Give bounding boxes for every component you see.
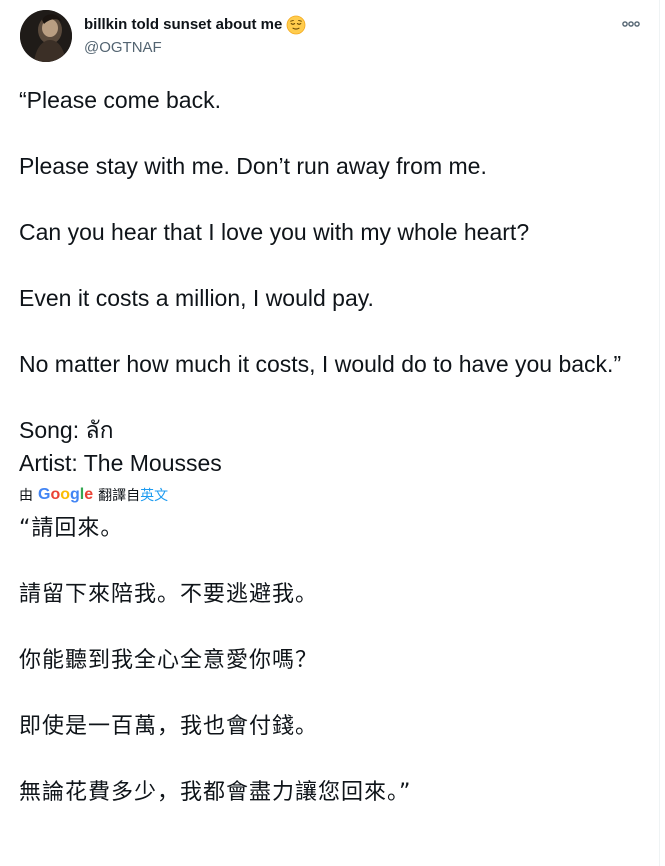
- profile-photo-icon: [20, 10, 72, 62]
- more-dots-icon: [622, 21, 640, 27]
- translation-line: 你能聽到我全心全意愛你嗎？: [19, 648, 319, 673]
- tweet-line: “Please come back.: [19, 87, 221, 113]
- source-language-link[interactable]: 英文: [140, 482, 168, 508]
- translation-line: “請回來。: [19, 516, 124, 541]
- google-logo: Google: [38, 486, 94, 503]
- translated-from-label: 翻譯自: [98, 487, 141, 503]
- avatar[interactable]: [20, 10, 72, 62]
- author-name-row[interactable]: billkin told sunset about me: [84, 15, 306, 35]
- tweet-line: Please stay with me. Don’t run away from…: [19, 153, 487, 179]
- translation-line: 請留下來陪我。不要逃避我。: [19, 582, 319, 607]
- translation-line: 即使是一百萬，我也會付錢。: [19, 714, 319, 739]
- tweet-line: Can you hear that I love you with my who…: [19, 219, 530, 245]
- artist-credit: Artist: The Mousses: [19, 450, 222, 476]
- translation-attribution: 由 Google 翻譯自 英文: [19, 482, 639, 508]
- song-credit: Song: ลัก: [19, 417, 114, 443]
- translated-text: “請回來。 請留下來陪我。不要逃避我。 你能聽到我全心全意愛你嗎？ 即使是一百萬…: [19, 512, 639, 809]
- tweet-card: billkin told sunset about me @OGTNAF “Pl…: [0, 0, 660, 866]
- display-name[interactable]: billkin told sunset about me: [84, 15, 282, 35]
- by-label: 由: [19, 487, 33, 503]
- more-options-button[interactable]: [619, 12, 643, 36]
- tweet-line: Even it costs a million, I would pay.: [19, 285, 374, 311]
- translation-line: 無論花費多少，我都會盡力讓您回來。”: [19, 780, 412, 805]
- relieved-face-emoji-icon: [286, 15, 306, 35]
- user-handle[interactable]: @OGTNAF: [84, 38, 162, 58]
- tweet-body: “Please come back. Please stay with me. …: [19, 84, 639, 809]
- tweet-line: No matter how much it costs, I would do …: [19, 351, 622, 377]
